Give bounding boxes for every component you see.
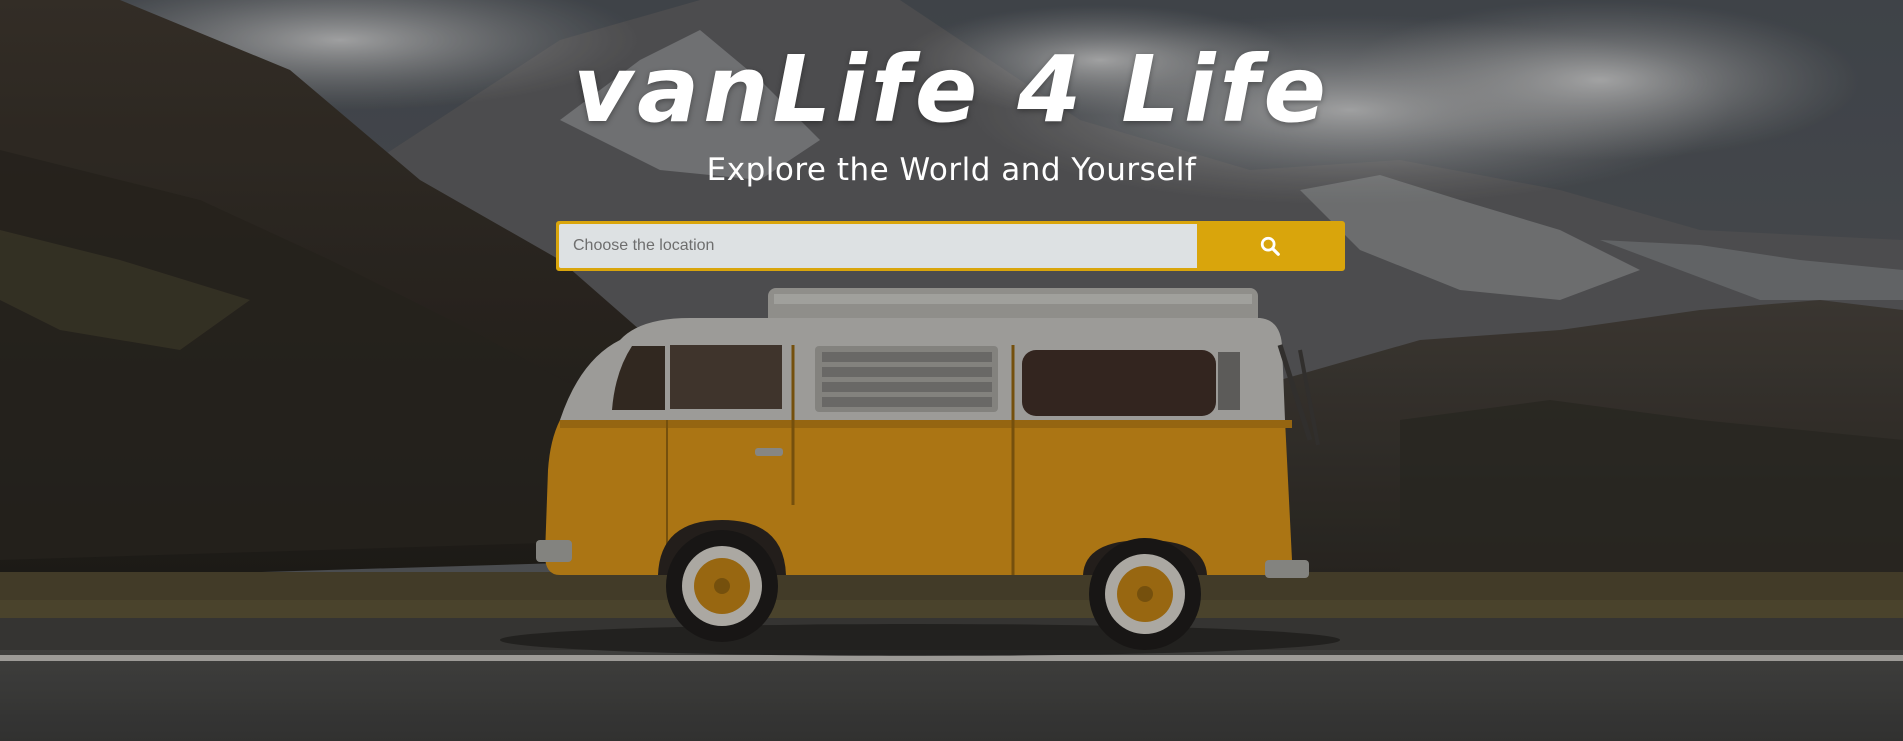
location-search-form [556, 221, 1345, 271]
site-title: vanLife 4 Life [573, 36, 1330, 143]
hero-tagline: Explore the World and Yourself [706, 152, 1197, 188]
location-search-input[interactable] [559, 224, 1197, 268]
search-icon [1260, 236, 1280, 256]
hero-section: vanLife 4 Life Explore the World and You… [0, 0, 1903, 741]
search-button[interactable] [1197, 224, 1342, 268]
